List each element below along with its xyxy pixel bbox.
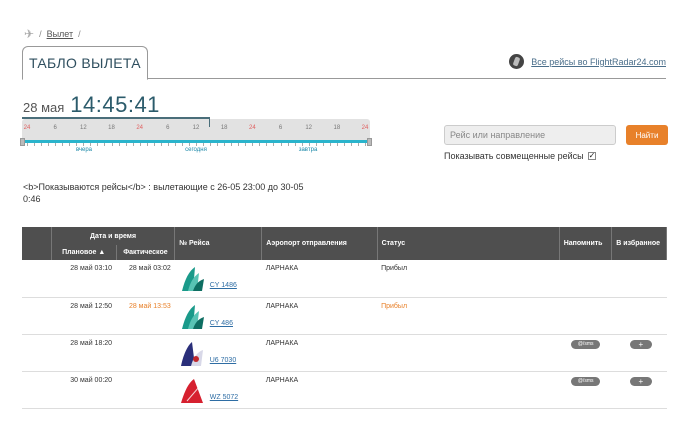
row-spacer (22, 371, 52, 409)
add-favorite-button[interactable]: + (629, 376, 652, 386)
search-input[interactable]: Рейс или направление (444, 125, 616, 145)
actual-time (116, 334, 175, 372)
breadcrumb-separator: / (39, 29, 42, 39)
timeline-tick-label: 6 (166, 125, 170, 131)
timeline-end-handle[interactable] (367, 138, 372, 146)
plane-icon: ✈ (24, 27, 35, 41)
timeline-tick-label: 6 (53, 125, 57, 131)
departure-airport: ЛАРНАКА (261, 334, 378, 372)
header-favorite: В избранное (611, 227, 667, 260)
flight-status: Прибыл (377, 260, 560, 298)
flight-rows: 28 май 03:10 28 май 03:02 CY 1486 ЛАРНАКА Пр… (22, 260, 667, 409)
timeline-tick-label: 18 (220, 125, 228, 131)
favorite-cell: + (611, 334, 667, 372)
flight-cell: CY 1486 (174, 260, 262, 298)
favorite-cell (611, 297, 667, 335)
remind-cell (559, 260, 612, 298)
row-spacer (22, 334, 52, 372)
favorite-cell: + (611, 371, 667, 409)
add-favorite-button[interactable]: + (629, 339, 652, 349)
favorite-cell (611, 260, 667, 298)
timeline-start-handle[interactable] (20, 138, 25, 146)
header-spacer (22, 227, 52, 260)
remind-cell: @/sms (559, 371, 612, 409)
flightradar-link-text[interactable]: Все рейсы во FlightRadar24.com (531, 57, 666, 67)
timeline-ticks: 24 6 12 18 24 6 12 18 24 6 12 18 24 (22, 125, 370, 146)
departure-airport: ЛАРНАКА (261, 297, 378, 335)
header-actual[interactable]: Фактическое (116, 245, 176, 260)
remind-cell (559, 297, 612, 335)
actual-time (116, 371, 175, 409)
table-row: 28 май 03:10 28 май 03:02 CY 1486 ЛАРНАКА Пр… (22, 260, 667, 298)
day-label-today: сегодня (185, 147, 207, 153)
timeline-selected-range (22, 140, 370, 143)
table-row: 28 май 18:20 U6 7030 ЛАРНАКА @/sms + (22, 334, 667, 372)
row-spacer (22, 260, 52, 298)
codeshare-checkbox[interactable]: ✓ (587, 152, 596, 160)
flight-number-link[interactable]: CY 486 (210, 320, 233, 327)
ural-airlines-logo-icon (179, 340, 207, 368)
row-spacer (22, 297, 52, 335)
timeline-tick-label: 6 (278, 125, 283, 131)
day-label-tomorrow: завтра (298, 147, 318, 153)
results-summary: <b>Показываются рейсы</b> : вылетающие с… (23, 182, 304, 204)
departure-airport: ЛАРНАКА (261, 260, 378, 298)
flight-status (377, 371, 560, 409)
timeline-tick-label: 18 (108, 125, 115, 131)
actual-time: 28 май 03:02 (116, 260, 175, 298)
header-status: Статус (377, 227, 560, 260)
timeline-tick-label: 24 (248, 125, 256, 131)
timeline-tick-label: 24 (361, 125, 369, 131)
planned-time: 30 май 00:20 (51, 371, 117, 409)
flight-cell: WZ 5072 (174, 371, 262, 409)
header-datetime: Дата и время (51, 227, 176, 245)
timeline-tick-label: 12 (305, 125, 312, 131)
tab-departures-board[interactable]: ТАБЛО ВЫЛЕТА (22, 46, 148, 80)
flightradar-link[interactable]: Все рейсы во FlightRadar24.com (509, 54, 666, 69)
remind-sms-button[interactable]: @/sms (571, 339, 601, 349)
cyprus-airways-logo-icon (179, 303, 207, 331)
breadcrumb-link-departures[interactable]: Вылет (47, 29, 74, 39)
time-range-slider[interactable]: 24 6 12 18 24 6 12 18 24 6 12 18 24 вчера сегодня за… (20, 117, 372, 157)
codeshare-option[interactable]: Показывать совмещенные рейсы ✓ (444, 151, 596, 161)
timeline-tick-label: 24 (136, 125, 143, 131)
actual-time: 28 май 13:53 (116, 297, 175, 335)
flight-cell: CY 486 (174, 297, 262, 335)
search-button[interactable]: Найти (626, 125, 668, 145)
table-row: 30 май 00:20 WZ 5072 ЛАРНАКА @/sms + (22, 371, 667, 409)
planned-time: 28 май 18:20 (51, 334, 117, 372)
remind-sms-button[interactable]: @/sms (571, 376, 601, 386)
current-time: 14:45:41 (70, 92, 160, 117)
timeline-current-marker (22, 117, 210, 119)
breadcrumb: ✈ / Вылет / (24, 27, 81, 41)
timeline-tick-label: 12 (79, 125, 87, 131)
breadcrumb-separator: / (78, 29, 81, 39)
table-row: 28 май 12:50 28 май 13:53 CY 486 ЛАРНАКА При… (22, 297, 667, 335)
timeline-tick-label: 18 (333, 125, 341, 131)
red-wings-logo-icon (179, 377, 207, 405)
cyprus-airways-logo-icon (179, 265, 207, 293)
current-datetime: 28 мая 14:45:41 (23, 92, 160, 118)
timeline-tick-label: 24 (23, 125, 31, 131)
flight-cell: U6 7030 (174, 334, 262, 372)
planned-time: 28 май 03:10 (51, 260, 117, 298)
flight-number-link[interactable]: U6 7030 (210, 357, 236, 364)
day-label-yesterday: вчера (75, 147, 93, 153)
current-date: 28 мая (23, 100, 65, 115)
header-planned-sort[interactable]: Плановое ▲ (51, 245, 117, 260)
header-remind: Напомнить (559, 227, 613, 260)
departure-airport: ЛАРНАКА (261, 371, 378, 409)
flightradar-logo-icon (509, 54, 525, 69)
flight-status (377, 334, 560, 372)
flight-status: Прибыл (377, 297, 560, 335)
flights-table: Дата и время № Рейса Аэропорт отправлени… (22, 227, 667, 409)
planned-time: 28 май 12:50 (51, 297, 117, 335)
flight-number-link[interactable]: CY 1486 (210, 282, 237, 289)
remind-cell: @/sms (559, 334, 612, 372)
timeline-tick-label: 12 (192, 125, 200, 131)
flight-number-link[interactable]: WZ 5072 (210, 394, 238, 401)
header-airport: Аэропорт отправления (261, 227, 378, 260)
codeshare-label: Показывать совмещенные рейсы (444, 151, 584, 161)
header-flight: № Рейса (174, 227, 263, 260)
